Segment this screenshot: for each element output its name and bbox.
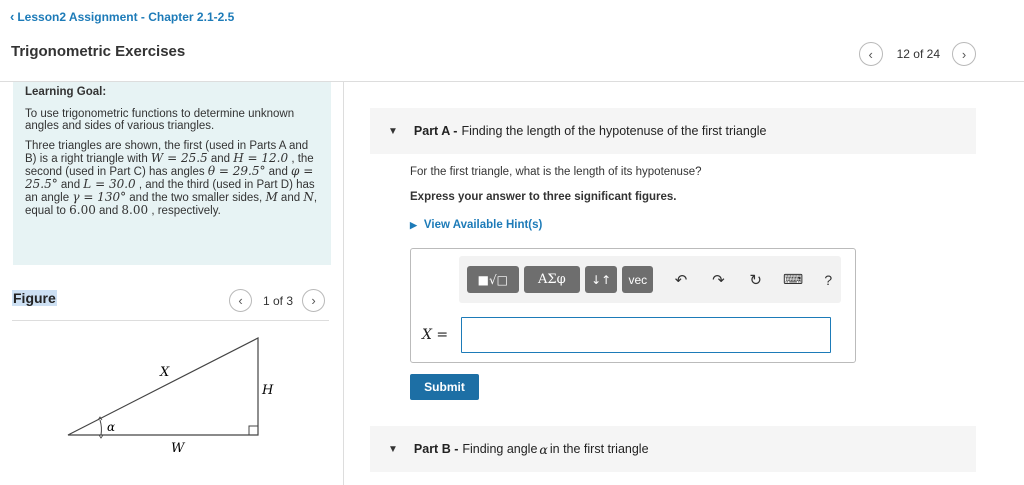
figure-heading: Figure (12, 290, 57, 306)
answer-box: ■√□ ΑΣφ ↓↑ vec ↶ ↷ ↻ ⌨ ? X = (410, 248, 856, 363)
answer-variable-label: X = (422, 327, 448, 343)
desc-text: and (277, 192, 304, 204)
desc-math: H = 12.0 (233, 151, 289, 165)
figure-divider (12, 320, 329, 321)
question-text: For the first triangle, what is the leng… (410, 166, 702, 178)
answer-input[interactable] (461, 317, 831, 353)
desc-math: M (265, 190, 278, 204)
desc-math: L = 30.0 (83, 177, 136, 191)
learning-goal-box: Learning Goal: To use trigonometric func… (13, 82, 331, 265)
item-position: 12 of 24 (896, 47, 940, 61)
desc-math: 6.00 (69, 203, 96, 217)
learning-goal-text: To use trigonometric functions to determ… (25, 108, 295, 132)
desc-math: γ = 130° (72, 190, 127, 204)
desc-text: and (95, 205, 122, 217)
caret-down-icon: ▼ (388, 443, 398, 455)
caret-right-icon: ▶ (410, 219, 417, 230)
part-b-title-var: α (539, 441, 548, 457)
desc-math: W = 25.5 (150, 151, 208, 165)
part-a-header[interactable]: ▼ Part A - Finding the length of the hyp… (370, 108, 976, 154)
keyboard-icon[interactable]: ⌨ (780, 272, 805, 288)
chevron-right-icon: › (961, 46, 967, 62)
previous-figure-button[interactable]: ‹ (229, 289, 252, 312)
part-a-title: Finding the length of the hypotenuse of … (461, 124, 767, 138)
breadcrumb-label: Lesson2 Assignment - Chapter 2.1-2.5 (17, 9, 235, 24)
learning-goal-heading: Learning Goal: (25, 86, 107, 98)
math-toolbar: ■√□ ΑΣφ ↓↑ vec ↶ ↷ ↻ ⌨ ? (459, 256, 841, 303)
part-a-label: Part A - (413, 124, 458, 138)
part-b-title-suffix: in the first triangle (549, 442, 649, 456)
item-pagination: ‹ 12 of 24 › (858, 42, 976, 66)
hint-label: View Available Hint(s) (423, 219, 543, 231)
undo-icon[interactable]: ↶ (668, 271, 693, 289)
greek-symbols-button[interactable]: ΑΣφ (523, 266, 581, 293)
instruction-text: Express your answer to three significant… (410, 191, 677, 203)
part-b-title-prefix: Finding angle (462, 442, 538, 456)
desc-text: and (265, 166, 292, 178)
part-b-label: Part B - (413, 442, 459, 456)
left-panel: Learning Goal: To use trigonometric func… (0, 82, 344, 485)
part-b-header[interactable]: ▼ Part B - Finding angle α in the first … (370, 426, 976, 472)
width-label: W (171, 441, 186, 454)
alpha-label: α (107, 420, 115, 434)
desc-math: N (303, 190, 314, 204)
templates-button[interactable]: ■√□ (467, 266, 519, 293)
chevron-left-icon: ‹ (10, 9, 15, 24)
triangle-outline (67, 337, 259, 436)
figure-position: 1 of 3 (263, 293, 294, 308)
page-title: Trigonometric Exercises (11, 43, 186, 60)
redo-icon[interactable]: ↷ (706, 271, 731, 289)
figure-pagination: ‹ 1 of 3 › (229, 289, 326, 312)
triangles-description: Three triangles are shown, the first (us… (25, 140, 319, 217)
caret-down-icon: ▼ (388, 125, 398, 137)
previous-item-button[interactable]: ‹ (858, 42, 883, 66)
view-hints-link[interactable]: ▶ View Available Hint(s) (410, 219, 542, 231)
desc-text: , respectively. (148, 205, 221, 217)
next-figure-button[interactable]: › (302, 289, 326, 312)
chevron-left-icon: ‹ (238, 293, 243, 308)
chevron-right-icon: › (311, 293, 316, 308)
angle-arc (99, 419, 102, 436)
desc-math: θ = 29.5° (207, 164, 266, 178)
hypotenuse-label: X (159, 365, 170, 380)
breadcrumb-back-link[interactable]: ‹ Lesson2 Assignment - Chapter 2.1-2.5 (10, 9, 234, 24)
main-panel: ▼ Part A - Finding the length of the hyp… (370, 82, 1024, 485)
sort-arrows-button[interactable]: ↓↑ (585, 266, 618, 293)
submit-button[interactable]: Submit (410, 374, 479, 400)
right-triangle-figure: X H W α (67, 337, 274, 454)
chevron-left-icon: ‹ (868, 46, 873, 62)
answer-equals: = (431, 327, 449, 343)
reset-icon[interactable]: ↻ (743, 271, 768, 289)
desc-math: 8.00 (121, 203, 149, 217)
next-item-button[interactable]: › (952, 42, 976, 66)
height-label: H (261, 383, 274, 398)
vector-button[interactable]: vec (622, 266, 654, 293)
answer-variable: X (422, 327, 432, 343)
help-icon[interactable]: ? (816, 272, 841, 288)
right-angle-marker (248, 425, 259, 436)
